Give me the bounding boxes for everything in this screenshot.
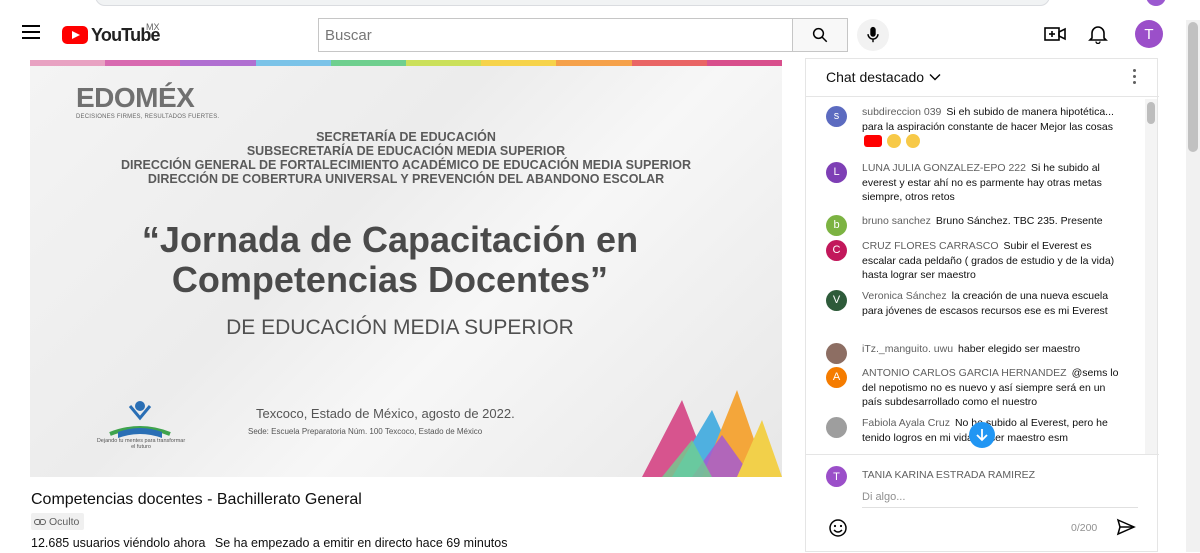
youtube-emoji-icon [864,135,882,147]
slide-subtitle: DE EDUCACIÓN MEDIA SUPERIOR [226,316,574,339]
chat-author[interactable]: CRUZ FLORES CARRASCO [862,240,999,252]
video-player[interactable]: EDOMÉX DECISIONES FIRMES, RESULTADOS FUE… [30,60,782,477]
school-logo-caption: Dejando tu mentes para transformar el fu… [96,438,186,450]
color-stripe [30,60,782,66]
notifications-bell-icon[interactable] [1088,24,1108,49]
slide-title-line-2: Competencias Docentes” [171,259,609,300]
chat-more-options-icon[interactable] [1128,69,1140,87]
viewer-count: 12.685 usuarios viéndolo ahora [31,536,206,550]
composer-name: TANIA KARINA ESTRADA RAMIREZ [862,469,1036,481]
visibility-label: Oculto [49,515,80,528]
chat-message: A ANTONIO CARLOS GARCIA HERNANDEZ @sems l… [826,366,1126,410]
chat-author[interactable]: subdireccion 039 [862,106,941,118]
search-button[interactable] [792,18,848,52]
institution-lines: SECRETARÍA DE EDUCACIÓN SUBSECRETARÍA DE… [30,130,782,186]
chevron-down-icon [929,74,941,81]
masthead: YouTube MX T [0,10,1200,58]
char-counter: 0/200 [1071,522,1098,534]
chat-avatar[interactable] [826,343,847,364]
chat-messages: s subdireccion 039 Si eh subido de manera… [806,99,1146,454]
chat-composer: T TANIA KARINA ESTRADA RAMIREZ 0/200 [806,454,1159,553]
edomex-tagline: DECISIONES FIRMES, RESULTADOS FUERTES. [76,114,220,120]
chat-avatar[interactable]: C [826,240,847,261]
link-icon [34,518,46,525]
scroll-to-bottom-button[interactable] [969,422,995,448]
chat-author[interactable]: bruno sanchez [862,215,931,227]
send-icon[interactable] [1116,518,1136,541]
search-icon [812,27,828,43]
composer-avatar: T [826,466,847,487]
chat-message: s subdireccion 039 Si eh subido de manera… [826,105,1126,150]
chat-author[interactable]: LUNA JULIA GONZALEZ-EPO 222 [862,162,1026,174]
chat-author[interactable]: Fabiola Ayala Cruz [862,417,950,429]
slide-place-date: Texcoco, Estado de México, agosto de 202… [256,406,515,421]
create-video-icon[interactable] [1044,25,1066,48]
search-input[interactable] [318,18,792,52]
stream-started: Se ha empezado a emitir en directo hace … [214,536,508,550]
institution-line: SECRETARÍA DE EDUCACIÓN [316,130,496,144]
smile-emoji-icon [905,134,920,148]
menu-icon[interactable] [22,25,40,39]
search-box [318,18,848,52]
chat-avatar[interactable]: s [826,106,847,127]
account-avatar[interactable]: T [1135,20,1163,48]
live-stats: 12.685 usuarios viéndolo ahora Se ha emp… [31,536,513,550]
region-code: MX [146,22,160,32]
institution-line: DIRECCIÓN DE COBERTURA UNIVERSAL Y PREVE… [147,172,665,186]
microphone-icon [867,26,879,43]
chat-avatar[interactable] [826,417,847,438]
chat-input[interactable] [862,486,1138,508]
video-title: Competencias docentes - Bachillerato Gen… [31,491,362,508]
chat-author[interactable]: ANTONIO CARLOS GARCIA HERNANDEZ [862,367,1067,379]
arrow-down-icon [976,429,988,442]
chat-message: L LUNA JULIA GONZALEZ-EPO 222 Si he subid… [826,161,1126,205]
browser-strip [0,0,1200,10]
youtube-play-icon [62,26,88,44]
chat-author[interactable]: Veronica Sánchez [862,290,947,302]
page-scrollbar-thumb[interactable] [1188,22,1198,152]
chat-mode-dropdown[interactable]: Chat destacado [826,69,941,85]
emoji-picker-icon[interactable] [828,518,848,543]
slide-venue: Sede: Escuela Preparatoria Núm. 100 Texc… [248,427,483,436]
visibility-badge: Oculto [31,513,85,530]
chat-text: haber elegido ser maestro [958,343,1081,355]
chat-avatar[interactable]: A [826,367,847,388]
institution-line: DIRECCIÓN GENERAL DE FORTALECIMIENTO ACA… [121,158,691,172]
browser-profile-avatar[interactable] [1146,0,1166,6]
chat-header: Chat destacado [806,59,1159,97]
browser-address-bar[interactable] [95,0,1050,6]
chat-author[interactable]: iTz._manguito. uwu [862,343,953,355]
chat-avatar[interactable]: b [826,215,847,236]
chat-scrollbar-thumb[interactable] [1147,102,1155,124]
chat-message: iTz._manguito. uwu haber elegido ser maes… [826,342,1126,364]
chat-title: Chat destacado [826,69,925,85]
chat-text: Bruno Sánchez. TBC 235. Presente [935,215,1103,227]
slide-title-line-1: “Jornada de Capacitación en [141,219,639,260]
live-chat: Chat destacado s subdireccion 039 Si eh s… [805,58,1159,553]
decorative-triangles [642,390,782,477]
institution-line: SUBSECRETARÍA DE EDUCACIÓN MEDIA SUPERIO… [246,144,566,158]
face-emoji-icon [886,134,901,148]
chat-avatar[interactable]: V [826,290,847,311]
chat-message: C CRUZ FLORES CARRASCO Subir el Everest e… [826,239,1126,283]
slide-title: “Jornada de Capacitación en Competencias… [30,220,750,300]
chat-avatar[interactable]: L [826,162,847,183]
chat-message: V Veronica Sánchez la creación de una nue… [826,289,1126,318]
chat-message: b bruno sanchez Bruno Sánchez. TBC 235. P… [826,214,1126,236]
voice-search-button[interactable] [857,19,889,51]
chat-scrollbar[interactable] [1145,99,1157,454]
page-scrollbar[interactable] [1186,20,1200,552]
youtube-logo[interactable]: YouTube MX [62,22,161,46]
edomex-logo: EDOMÉX [76,82,195,113]
